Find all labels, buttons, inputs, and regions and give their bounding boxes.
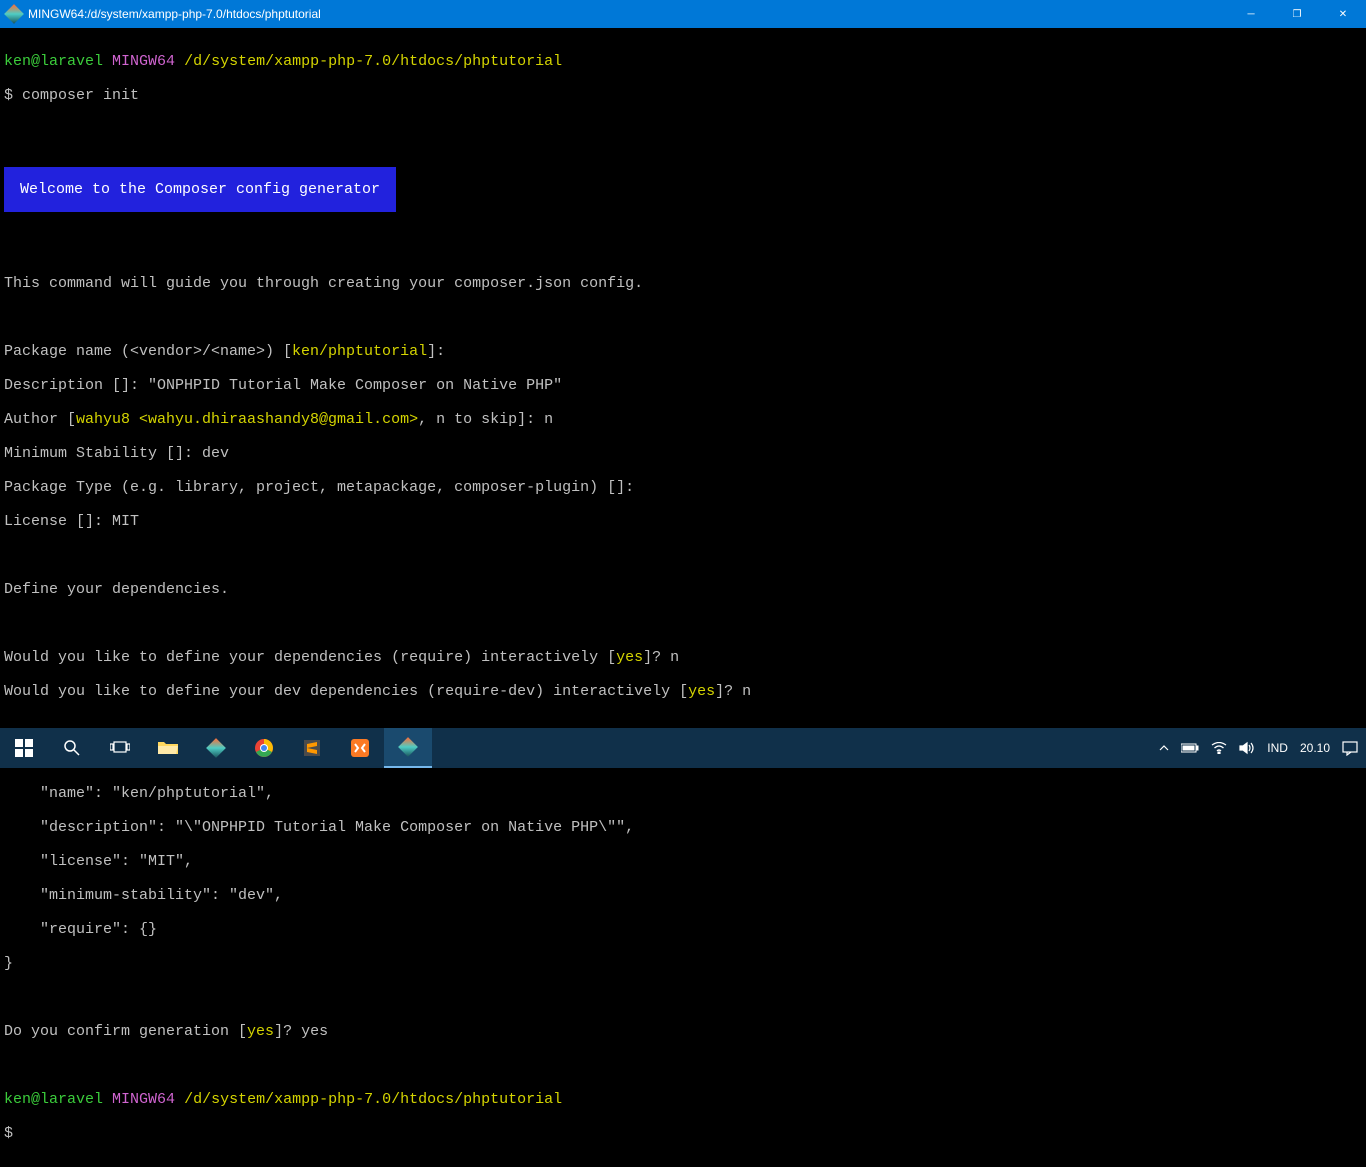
prompt-path: /d/system/xampp-php-7.0/htdocs/phptutori…	[184, 1091, 562, 1108]
xampp-icon	[348, 736, 372, 760]
close-button[interactable]: ✕	[1320, 0, 1366, 28]
description-line: Description []: "ONPHPID Tutorial Make C…	[4, 377, 1362, 394]
blank-line	[4, 309, 1362, 326]
search-button[interactable]	[48, 728, 96, 768]
banner-line: Welcome to the Composer config generator	[4, 155, 1362, 224]
sublime-button[interactable]	[288, 728, 336, 768]
define-deps-line: Define your dependencies.	[4, 581, 1362, 598]
license-line: License []: MIT	[4, 513, 1362, 530]
volume-icon[interactable]	[1239, 741, 1255, 755]
prompt-sys: MINGW64	[112, 53, 175, 70]
guide-line: This command will guide you through crea…	[4, 275, 1362, 292]
confirm-line: Do you confirm generation [yes]? yes	[4, 1023, 1362, 1040]
folder-icon	[156, 736, 180, 760]
blank-line	[4, 1057, 1362, 1074]
window-controls: ─ ❐ ✕	[1228, 0, 1366, 28]
prompt-line: ken@laravel MINGW64 /d/system/xampp-php-…	[4, 53, 1362, 70]
start-button[interactable]	[0, 728, 48, 768]
json-license: "license": "MIT",	[4, 853, 1362, 870]
blank-line	[4, 989, 1362, 1006]
input-language[interactable]: IND	[1267, 741, 1288, 755]
xampp-button[interactable]	[336, 728, 384, 768]
prompt-user: ken@laravel	[4, 1091, 103, 1108]
window-title: MINGW64:/d/system/xampp-php-7.0/htdocs/p…	[28, 7, 321, 21]
json-desc: "description": "\"ONPHPID Tutorial Make …	[4, 819, 1362, 836]
windows-icon	[12, 736, 36, 760]
json-require: "require": {}	[4, 921, 1362, 938]
tray-chevron-icon[interactable]	[1159, 743, 1169, 753]
file-explorer-button[interactable]	[144, 728, 192, 768]
battery-icon[interactable]	[1181, 743, 1199, 753]
command-line: $ composer init	[4, 87, 1362, 104]
prompt-line: ken@laravel MINGW64 /d/system/xampp-php-…	[4, 1091, 1362, 1108]
terminal-output[interactable]: ken@laravel MINGW64 /d/system/xampp-php-…	[0, 28, 1366, 1167]
chrome-button[interactable]	[240, 728, 288, 768]
prompt-user: ken@laravel	[4, 53, 103, 70]
taskbar: IND 20.10	[0, 728, 1366, 768]
blank-line	[4, 615, 1362, 632]
chrome-icon	[252, 736, 276, 760]
command-line: $	[4, 1125, 1362, 1142]
diamond-icon	[396, 735, 420, 759]
prompt-path: /d/system/xampp-php-7.0/htdocs/phptutori…	[184, 53, 562, 70]
json-minstab: "minimum-stability": "dev",	[4, 887, 1362, 904]
git-bash-button[interactable]	[192, 728, 240, 768]
composer-banner: Welcome to the Composer config generator	[4, 167, 396, 212]
clock[interactable]: 20.10	[1300, 741, 1330, 755]
blank-line	[4, 241, 1362, 258]
prompt-sys: MINGW64	[112, 1091, 175, 1108]
window-titlebar: MINGW64:/d/system/xampp-php-7.0/htdocs/p…	[0, 0, 1366, 28]
mintty-taskbar-button[interactable]	[384, 728, 432, 768]
json-close: }	[4, 955, 1362, 972]
action-center-icon[interactable]	[1342, 740, 1358, 756]
sublime-icon	[300, 736, 324, 760]
json-name: "name": "ken/phptutorial",	[4, 785, 1362, 802]
minstability-line: Minimum Stability []: dev	[4, 445, 1362, 462]
diamond-icon	[204, 736, 228, 760]
system-tray: IND 20.10	[1159, 728, 1366, 768]
maximize-button[interactable]: ❐	[1274, 0, 1320, 28]
require-line: Would you like to define your dependenci…	[4, 649, 1362, 666]
author-line: Author [wahyu8 <wahyu.dhiraashandy8@gmai…	[4, 411, 1362, 428]
package-name-line: Package name (<vendor>/<name>) [ken/phpt…	[4, 343, 1362, 360]
blank-line	[4, 121, 1362, 138]
minimize-button[interactable]: ─	[1228, 0, 1274, 28]
require-dev-line: Would you like to define your dev depend…	[4, 683, 1362, 700]
packagetype-line: Package Type (e.g. library, project, met…	[4, 479, 1362, 496]
blank-line	[4, 547, 1362, 564]
mintty-icon	[6, 6, 22, 22]
taskview-button[interactable]	[96, 728, 144, 768]
wifi-icon[interactable]	[1211, 742, 1227, 754]
taskview-icon	[108, 736, 132, 760]
search-icon	[60, 736, 84, 760]
